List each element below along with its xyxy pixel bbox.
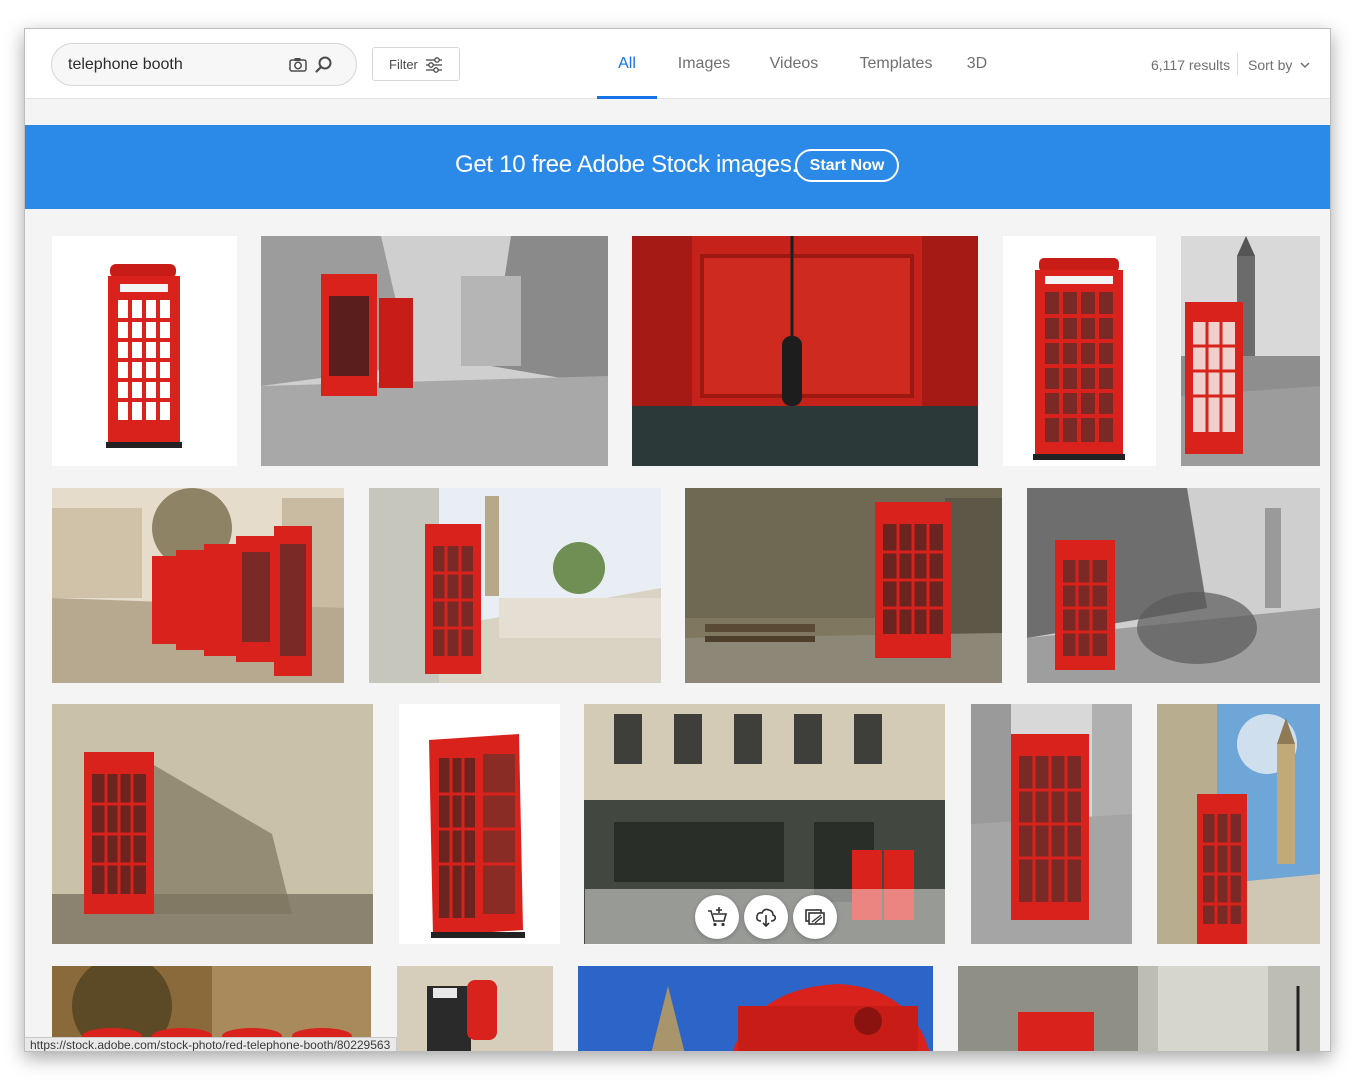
result-thumbnail[interactable] (958, 966, 1320, 1051)
result-thumbnail[interactable] (52, 704, 373, 944)
bench-booth-image (685, 488, 1002, 683)
result-thumbnail[interactable] (397, 966, 553, 1051)
phone-closeup-image (397, 966, 553, 1051)
promo-banner: Get 10 free Adobe Stock images. Start No… (25, 125, 1330, 209)
tab-videos[interactable]: Videos (759, 29, 829, 99)
active-tab-indicator (597, 96, 657, 99)
result-thumbnail[interactable] (971, 704, 1132, 944)
result-thumbnail[interactable] (1003, 236, 1156, 466)
result-thumbnail[interactable] (685, 488, 1002, 683)
crowd-booth-image (1027, 488, 1320, 683)
sort-label: Sort by (1248, 57, 1293, 73)
result-thumbnail[interactable] (1181, 236, 1320, 466)
big-ben-booth-image (1181, 236, 1320, 466)
results-count: 6,117 results (1151, 57, 1231, 73)
sliders-icon (426, 57, 442, 73)
result-thumbnail[interactable] (52, 488, 344, 683)
telephone-box-isolated-image (399, 704, 560, 944)
filter-button[interactable]: Filter (372, 47, 460, 81)
search-icon[interactable] (314, 55, 334, 75)
browser-window: Filter All Images Videos Templates 3D 6,… (24, 28, 1331, 1052)
street-booths-image (261, 236, 608, 466)
top-bar: Filter All Images Videos Templates 3D 6,… (25, 29, 1330, 99)
result-thumbnail[interactable] (261, 236, 608, 466)
find-similar-icon (805, 909, 825, 925)
status-bar-url: https://stock.adobe.com/stock-photo/red-… (25, 1037, 398, 1051)
tab-all[interactable]: All (597, 29, 657, 99)
add-to-cart-icon (708, 907, 728, 927)
tab-templates[interactable]: Templates (851, 29, 941, 99)
street-lamp-booth-image (958, 966, 1320, 1051)
download-button[interactable] (744, 895, 788, 939)
add-to-cart-button[interactable] (695, 895, 739, 939)
search-input[interactable] (68, 53, 278, 77)
divider (1237, 53, 1238, 75)
concrete-wall-booth-image (52, 704, 373, 944)
filter-label: Filter (389, 57, 418, 72)
result-thumbnail[interactable] (399, 704, 560, 944)
search-box[interactable] (51, 43, 357, 86)
booth-interior-image (632, 236, 978, 466)
bridge-booth-image (369, 488, 661, 683)
chevron-down-icon (1300, 62, 1310, 69)
cloud-download-icon (756, 908, 777, 928)
result-thumbnail[interactable] (369, 488, 661, 683)
row-of-booths-image (52, 488, 344, 683)
phone-booth-image (1003, 236, 1156, 466)
booth-roof-crown-image (578, 966, 933, 1051)
camera-icon[interactable] (288, 55, 308, 75)
tab-images[interactable]: Images (669, 29, 739, 99)
start-now-button[interactable]: Start Now (795, 149, 899, 182)
sort-dropdown[interactable]: Sort by (1248, 57, 1310, 73)
result-thumbnail[interactable] (632, 236, 978, 466)
banner-text: Get 10 free Adobe Stock images. (455, 151, 798, 178)
tab-3d[interactable]: 3D (957, 29, 997, 99)
result-thumbnail[interactable] (1027, 488, 1320, 683)
result-thumbnail[interactable] (578, 966, 933, 1051)
result-thumbnail[interactable] (52, 236, 237, 466)
sidewalk-booth-image (971, 704, 1132, 944)
result-thumbnail[interactable] (1157, 704, 1320, 944)
find-similar-button[interactable] (793, 895, 837, 939)
phone-booth-image (52, 236, 237, 466)
big-ben-blue-sky-image (1157, 704, 1320, 944)
